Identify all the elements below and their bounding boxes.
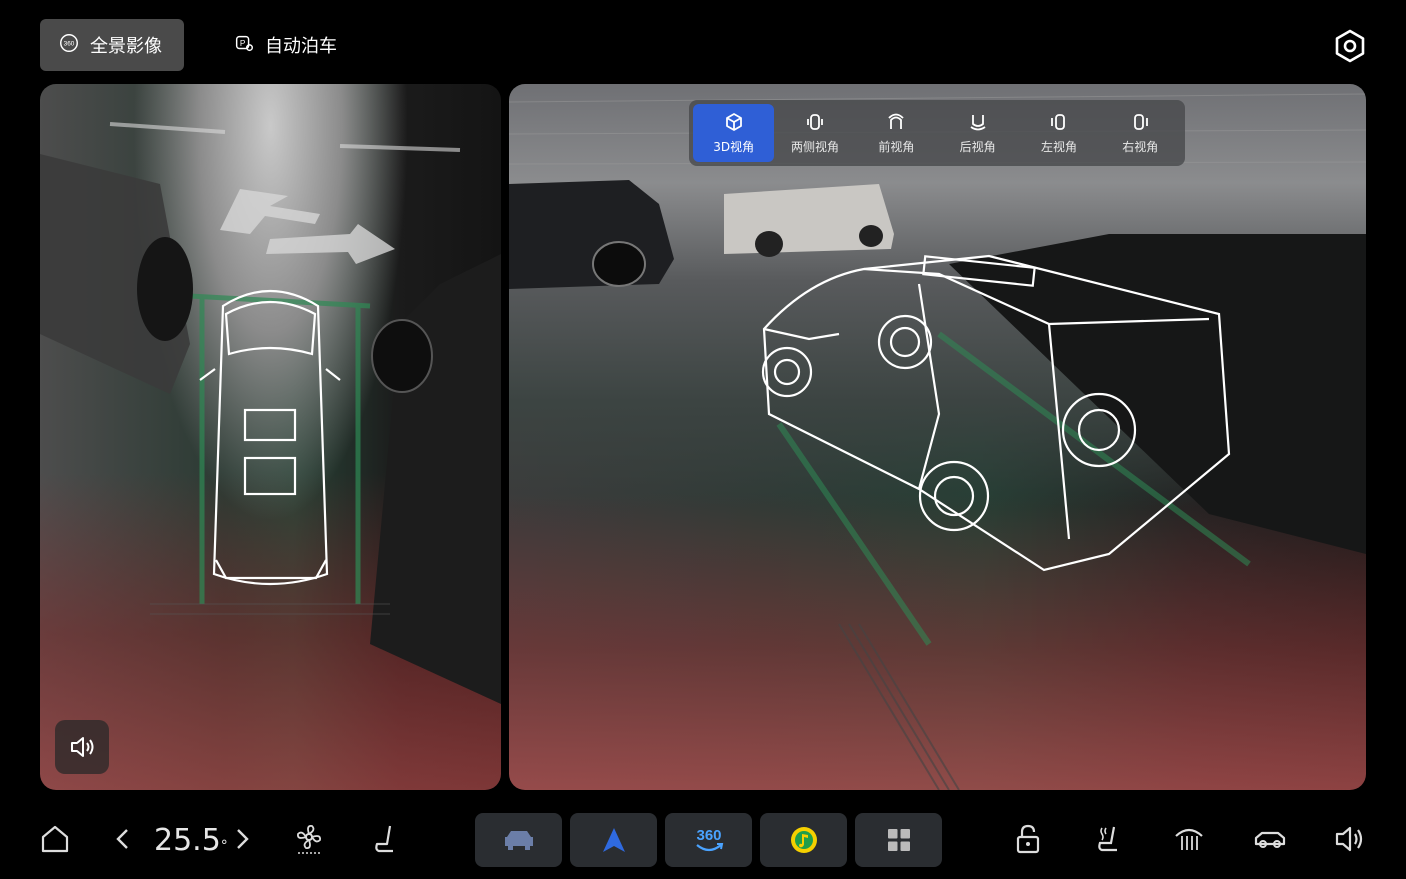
car-rear-icon: [970, 115, 986, 131]
3d-camera-view[interactable]: 3D视角 两侧视角 前视角 后视角 左视角 右视角: [509, 84, 1366, 790]
view-label: 左视角: [1040, 140, 1077, 154]
volume-icon[interactable]: [1333, 822, 1367, 856]
view-rear-button[interactable]: 后视角: [937, 104, 1018, 162]
app-360-button[interactable]: 360: [665, 813, 752, 867]
right-parked-car: [370, 254, 501, 704]
svg-text:360: 360: [64, 40, 75, 47]
parked-van-2: [724, 184, 894, 257]
car-left-icon: [1051, 114, 1065, 130]
home-icon[interactable]: [38, 822, 72, 856]
360-icon: 360: [58, 32, 80, 59]
car-right-icon: [1134, 114, 1149, 130]
tab-label: 自动泊车: [265, 36, 337, 57]
green-bay-lines: [189, 293, 371, 604]
seat-heat-icon[interactable]: [1092, 822, 1126, 856]
app-grid-button[interactable]: [855, 813, 942, 867]
view-label: 前视角: [878, 140, 915, 154]
fan-icon[interactable]: [292, 822, 326, 856]
svg-text:360: 360: [696, 827, 721, 844]
birds-eye-view[interactable]: [40, 84, 501, 790]
temp-increase-icon[interactable]: [225, 822, 259, 856]
360-camera-icon: 360: [695, 827, 723, 852]
sound-toggle-button[interactable]: [55, 720, 109, 774]
view-label: 3D视角: [713, 140, 755, 154]
parked-car-1: [509, 180, 674, 289]
app-navigation-button[interactable]: [570, 813, 657, 867]
temp-decrease-icon[interactable]: [106, 822, 140, 856]
svg-text:P: P: [240, 38, 246, 47]
tab-label: 全景影像: [90, 36, 162, 57]
car-status-icon[interactable]: [1253, 822, 1287, 856]
settings-button[interactable]: [1331, 27, 1369, 65]
view-label: 两侧视角: [790, 140, 839, 154]
view-label: 后视角: [959, 140, 996, 154]
app-grid-icon: [887, 829, 910, 851]
defrost-icon[interactable]: [1172, 822, 1206, 856]
view-label: 右视角: [1122, 140, 1159, 154]
view-mode-bar: 3D视角 两侧视角 前视角 后视角 左视角 右视角: [689, 100, 1185, 166]
car-sides-icon: [807, 114, 823, 130]
view-3d-button[interactable]: 3D视角: [693, 104, 775, 162]
navigation-icon: [602, 828, 625, 852]
speaker-icon: [71, 737, 94, 757]
app-music-button[interactable]: [760, 813, 847, 867]
parking-lines: [109, 122, 461, 152]
tab-auto-parking[interactable]: P 自动泊车: [233, 19, 337, 71]
vehicle-icon: [504, 831, 533, 850]
app-vehicle-button[interactable]: [475, 813, 562, 867]
floor-arrow-icon: [220, 189, 395, 264]
cube-icon: [725, 113, 742, 131]
temperature-display: 25.5°: [154, 823, 228, 858]
seat-icon[interactable]: [370, 822, 404, 856]
parked-car-right: [949, 234, 1366, 554]
gear-icon: [1335, 29, 1365, 63]
floor-grate: [150, 603, 390, 615]
left-parked-car: [40, 154, 193, 394]
van-outline-topview: [199, 290, 341, 586]
view-front-button[interactable]: 前视角: [856, 104, 937, 162]
temperature-value: 25.5: [154, 823, 221, 858]
floor-grate: [838, 623, 960, 790]
car-front-icon: [888, 113, 904, 129]
unlock-icon[interactable]: [1011, 822, 1045, 856]
view-left-button[interactable]: 左视角: [1018, 104, 1099, 162]
temperature-unit: °: [220, 838, 228, 854]
view-sides-button[interactable]: 两侧视角: [774, 104, 855, 162]
music-app-icon: [790, 827, 817, 853]
tab-surround-view[interactable]: 360 全景影像: [40, 19, 184, 71]
parking-icon: P: [233, 32, 255, 59]
view-right-button[interactable]: 右视角: [1100, 104, 1181, 162]
